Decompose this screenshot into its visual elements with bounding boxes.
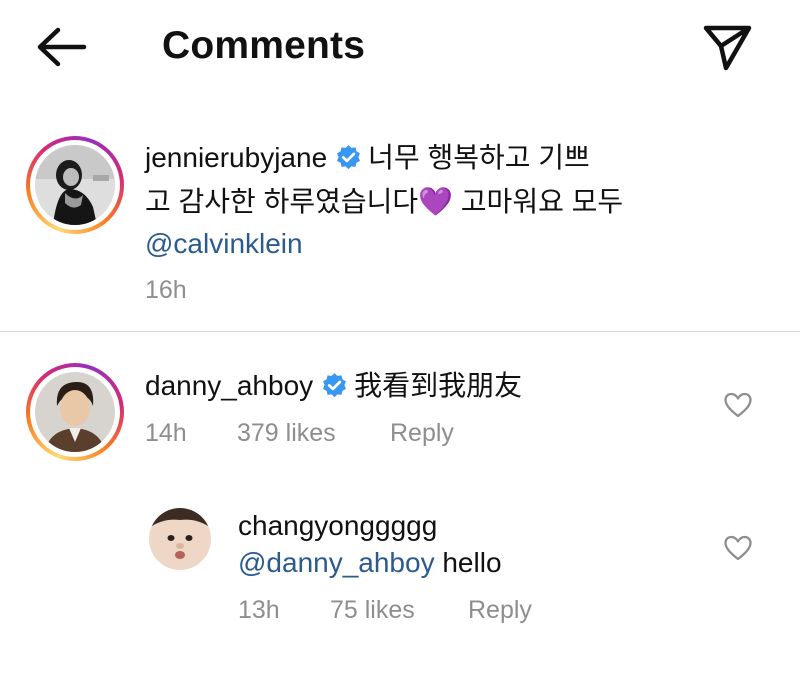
caption-text-line2: 고 감사한 하루였습니다💜 고마워요 모두 xyxy=(145,186,624,217)
top-bar: Comments xyxy=(0,0,800,95)
avatar-danny-ahboy[interactable] xyxy=(26,363,124,461)
post-caption: jennierubyjane 너무 행복하고 기쁘 고 감사한 하루였습니다💜 고… xyxy=(0,110,800,332)
caption-mention-link[interactable]: @calvinklein xyxy=(145,226,303,262)
reply-username[interactable]: changyonggggg xyxy=(238,510,437,541)
page-title: Comments xyxy=(162,24,366,67)
heart-outline-icon[interactable] xyxy=(723,391,753,419)
caption-text-line1: 너무 행복하고 기쁘 xyxy=(368,142,590,173)
reply-likes-count[interactable]: 75 likes xyxy=(330,596,415,625)
caption-username[interactable]: jennierubyjane xyxy=(145,142,327,173)
arrow-left-icon xyxy=(37,27,87,67)
profile-photo xyxy=(35,372,115,452)
paper-plane-icon xyxy=(703,25,752,71)
reply-text: hello xyxy=(434,547,502,578)
comment-likes-count[interactable]: 379 likes xyxy=(237,419,336,448)
comment-reply-button[interactable]: Reply xyxy=(390,419,454,448)
profile-photo xyxy=(35,145,115,225)
heart-outline-icon[interactable] xyxy=(723,534,753,562)
reply-reply-button[interactable]: Reply xyxy=(468,596,532,625)
avatar-changyonggggg[interactable] xyxy=(149,508,211,570)
reply-mention-link[interactable]: @danny_ahboy xyxy=(238,547,435,578)
verified-badge-icon xyxy=(323,373,347,398)
comment-text: 我看到我朋友 xyxy=(354,370,523,401)
avatar-jennierubyjane[interactable] xyxy=(26,136,124,234)
reply-item: changyonggggg @danny_ahboy hello 13h 75 … xyxy=(0,490,800,640)
caption-divider xyxy=(0,331,800,332)
reply-timestamp: 13h xyxy=(238,596,280,624)
comment-timestamp: 14h xyxy=(145,419,187,447)
back-button[interactable] xyxy=(34,25,90,69)
share-button[interactable] xyxy=(702,22,754,72)
comment-item: danny_ahboy 我看到我朋友 14h 379 likes Reply xyxy=(0,333,800,473)
comment-username[interactable]: danny_ahboy xyxy=(145,370,313,401)
verified-badge-icon xyxy=(337,145,361,170)
caption-timestamp: 16h xyxy=(145,276,187,304)
reply-username-wrap: changyonggggg xyxy=(238,508,437,544)
profile-photo xyxy=(149,508,211,570)
